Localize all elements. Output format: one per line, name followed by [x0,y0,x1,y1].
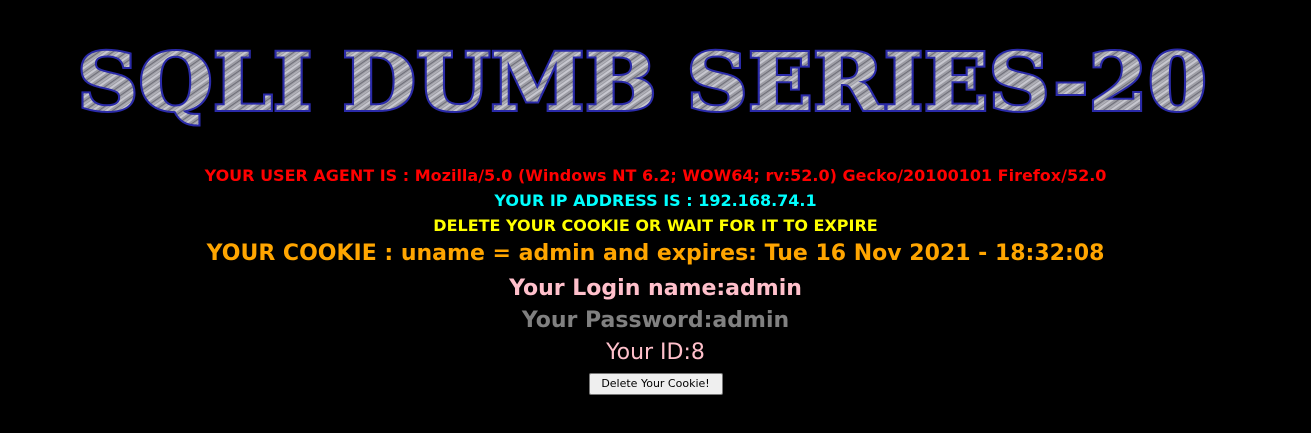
cookie-info-text: YOUR COOKIE : uname = admin and expires:… [206,241,1105,266]
ip-address-text: YOUR IP ADDRESS IS : 192.168.74.1 [494,191,817,210]
banner-title: SQLI DUMB SERIES-20 [77,35,1207,129]
delete-cookie-button[interactable]: Delete Your Cookie! [588,373,723,395]
delete-cookie-form: Delete Your Cookie! [0,372,1311,395]
banner-logo: SQLI DUMB SERIES-20 [0,18,1311,133]
user-id-text: Your ID:8 [606,340,705,365]
delete-cookie-message: DELETE YOUR COOKIE OR WAIT FOR IT TO EXP… [433,216,878,235]
login-name-text: Your Login name:admin [509,276,802,301]
user-agent-text: YOUR USER AGENT IS : Mozilla/5.0 (Window… [204,166,1107,185]
password-text: Your Password:admin [521,308,790,333]
